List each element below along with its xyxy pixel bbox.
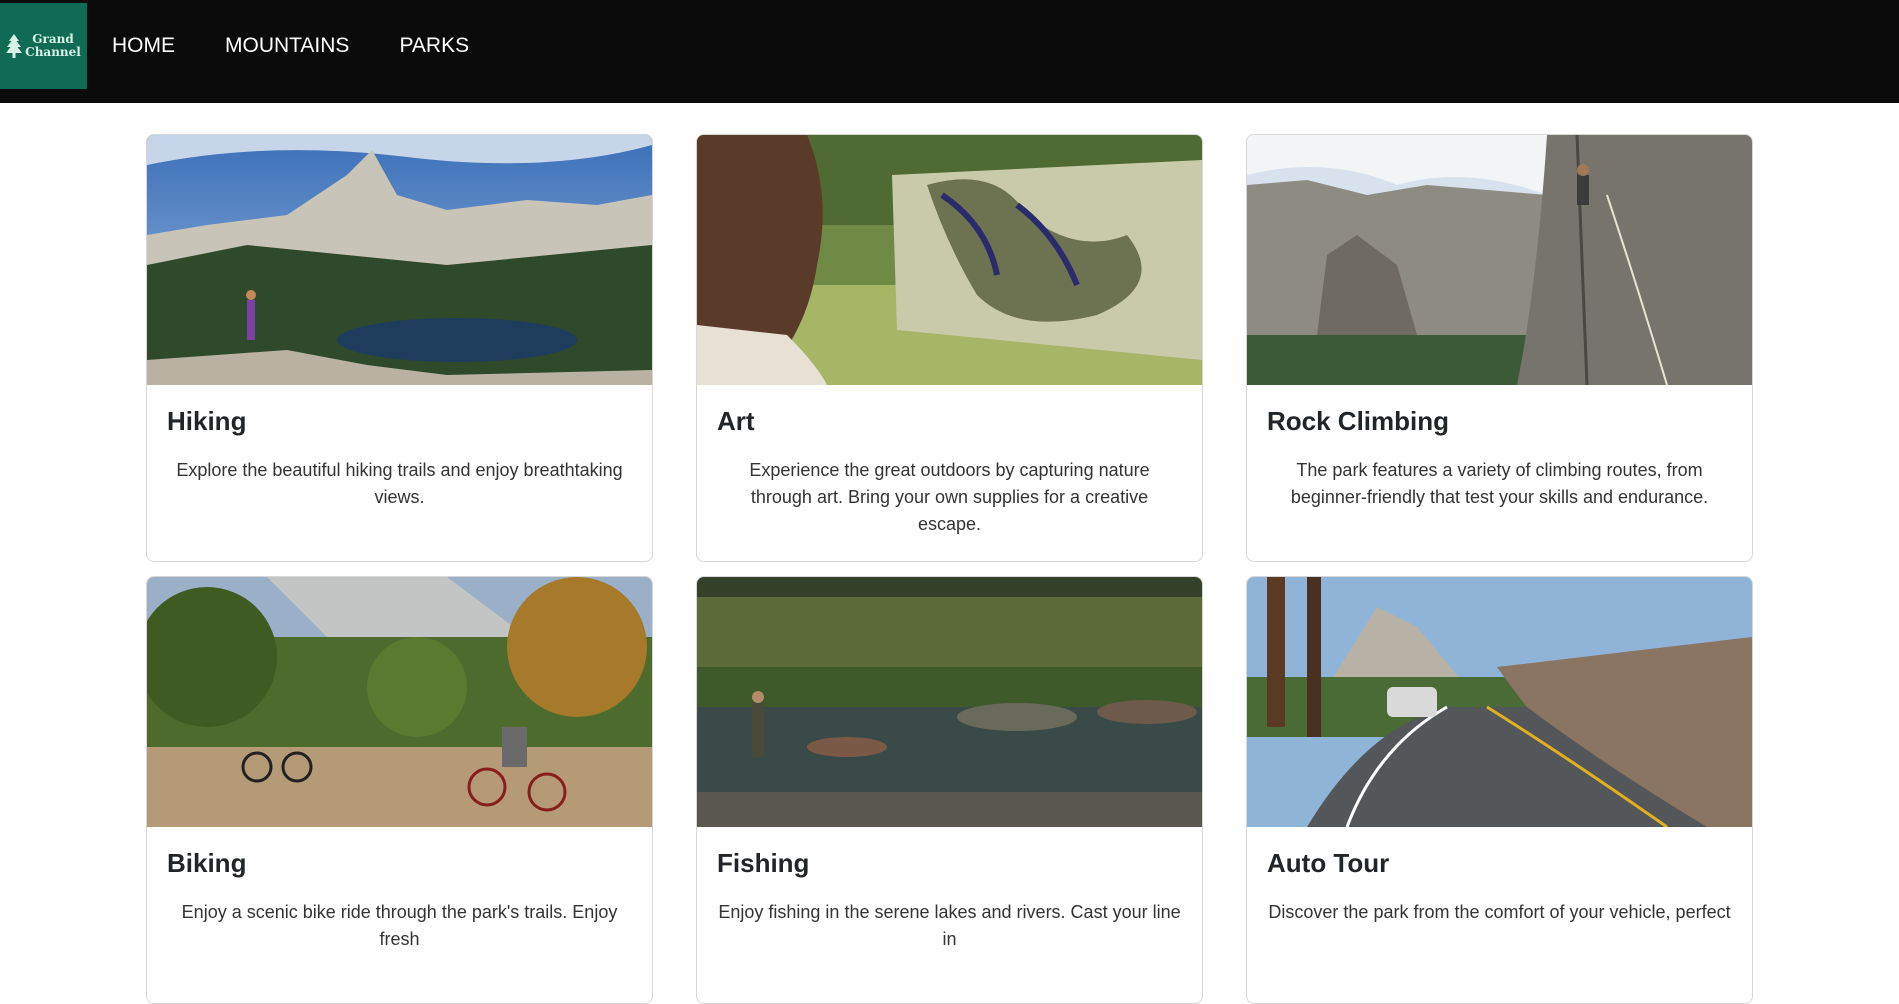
card-title: Rock Climbing: [1267, 406, 1450, 436]
card-description: Discover the park from the comfort of yo…: [1268, 902, 1731, 922]
nav-link-parks[interactable]: PARKS: [399, 32, 469, 60]
nav-link-mountains[interactable]: MOUNTAINS: [225, 32, 349, 60]
card-title: Auto Tour: [1267, 848, 1390, 878]
pine-tree-icon: [6, 34, 23, 58]
painter-at-easel-photo: [697, 135, 1202, 385]
activity-card-hiking[interactable]: Hiking Explore the beautiful hiking trai…: [146, 134, 653, 562]
activity-card-biking[interactable]: Biking Enjoy a scenic bike ride through …: [146, 576, 653, 1004]
card-title: Art: [717, 406, 755, 436]
brand-logo[interactable]: Grand Channel: [0, 3, 87, 89]
car-on-mountain-road-photo: [1247, 577, 1752, 827]
top-navbar: Grand Channel HOME MOUNTAINS PARKS: [0, 0, 1899, 103]
cyclists-on-path-photo: [147, 577, 652, 827]
activity-card-grid: Hiking Explore the beautiful hiking trai…: [146, 134, 1753, 1004]
climber-on-cliff-photo: [1247, 135, 1752, 385]
card-description: Explore the beautiful hiking trails and …: [176, 460, 623, 507]
main-nav: HOME MOUNTAINS PARKS: [112, 32, 469, 60]
brand-name-line2: Channel: [25, 45, 81, 59]
card-title: Hiking: [167, 406, 247, 436]
card-description: Experience the great outdoors by capturi…: [749, 460, 1150, 534]
mountain-lake-hiker-photo: [147, 135, 652, 385]
activity-card-art[interactable]: Art Experience the great outdoors by cap…: [696, 134, 1203, 562]
brand-name: Grand Channel: [25, 33, 81, 59]
card-title: Fishing: [717, 848, 810, 878]
card-title: Biking: [167, 848, 247, 878]
card-description: The park features a variety of climbing …: [1290, 460, 1709, 507]
angler-in-river-photo: [697, 577, 1202, 827]
nav-link-home[interactable]: HOME: [112, 32, 175, 60]
activity-card-rock-climbing[interactable]: Rock Climbing The park features a variet…: [1246, 134, 1753, 562]
card-description: Enjoy fishing in the serene lakes and ri…: [718, 902, 1181, 949]
activity-card-auto-tour[interactable]: Auto Tour Discover the park from the com…: [1246, 576, 1753, 1004]
activity-card-fishing[interactable]: Fishing Enjoy fishing in the serene lake…: [696, 576, 1203, 1004]
card-description: Enjoy a scenic bike ride through the par…: [181, 902, 618, 949]
